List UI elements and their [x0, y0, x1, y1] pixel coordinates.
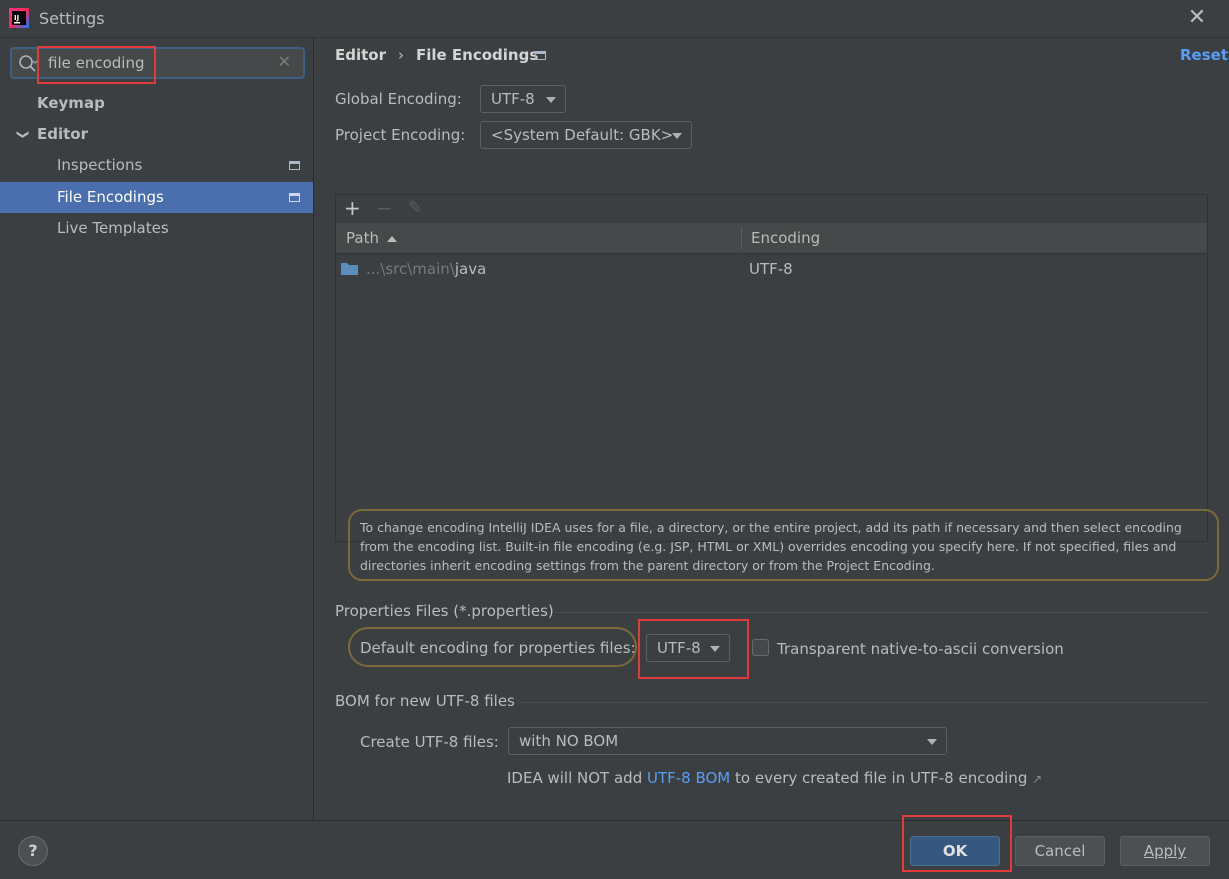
settings-search-box[interactable]: ✕: [10, 47, 305, 79]
breadcrumb: Editor › File Encodings: [335, 46, 538, 64]
sidebar-item-live-templates[interactable]: Live Templates: [0, 213, 313, 244]
properties-encoding-value: UTF-8: [657, 639, 701, 657]
column-header-path[interactable]: Path: [346, 223, 397, 254]
title-bar: IJ Settings ✕: [0, 0, 1229, 38]
sidebar-item-keymap[interactable]: Keymap: [0, 88, 313, 119]
sidebar-item-label: Editor: [37, 125, 88, 143]
dropdown-arrow-icon: [672, 133, 682, 139]
project-encoding-value: <System Default: GBK>: [491, 126, 674, 144]
close-icon[interactable]: ✕: [1187, 7, 1207, 29]
breadcrumb-parent[interactable]: Editor: [335, 46, 386, 64]
properties-section-title: Properties Files (*.properties): [335, 602, 554, 620]
properties-encoding-select[interactable]: UTF-8: [646, 634, 730, 662]
chevron-down-icon[interactable]: ❯: [8, 129, 39, 139]
bom-section-title: BOM for new UTF-8 files: [335, 692, 515, 710]
global-encoding-value: UTF-8: [491, 90, 535, 108]
sidebar-item-file-encodings[interactable]: File Encodings: [0, 182, 313, 213]
sidebar-item-label: Inspections: [57, 156, 143, 174]
settings-sidebar: ✕ Keymap ❯ Editor Inspections File Encod…: [0, 38, 314, 820]
global-encoding-label: Global Encoding:: [335, 90, 462, 108]
help-button[interactable]: ?: [18, 836, 48, 866]
external-link-icon: ↗: [1032, 772, 1043, 786]
encoding-help-note: To change encoding IntelliJ IDEA uses fo…: [348, 509, 1219, 581]
apply-button[interactable]: Apply: [1120, 836, 1210, 866]
bom-info-pre: IDEA will NOT add: [507, 769, 647, 787]
global-encoding-select[interactable]: UTF-8: [480, 85, 566, 113]
row-encoding[interactable]: UTF-8: [749, 254, 793, 285]
settings-content: Editor › File Encodings Reset Global Encod…: [315, 38, 1229, 820]
default-properties-encoding-label: Default encoding for properties files:: [360, 639, 636, 657]
breadcrumb-current: File Encodings: [416, 46, 539, 64]
folder-icon: [341, 263, 358, 275]
sidebar-item-inspections[interactable]: Inspections: [0, 150, 313, 181]
clear-search-icon[interactable]: ✕: [278, 52, 291, 71]
sidebar-item-label: Keymap: [37, 94, 105, 112]
column-header-label: Path: [346, 229, 379, 247]
content-header: Editor › File Encodings Reset: [315, 38, 1229, 72]
sidebar-item-label: File Encodings: [57, 188, 164, 206]
apply-button-label: Apply: [1143, 842, 1187, 860]
search-icon: [19, 55, 38, 72]
row-path-name: java: [454, 260, 487, 278]
bom-info-text: IDEA will NOT add UTF-8 BOM to every cre…: [507, 769, 1042, 787]
settings-search-input[interactable]: [48, 51, 278, 75]
dropdown-arrow-icon: [710, 646, 720, 652]
table-toolbar: + − ✎: [336, 195, 1207, 223]
dialog-footer: ? OK Cancel Apply: [0, 820, 1229, 879]
project-scope-icon: [289, 161, 300, 170]
dropdown-arrow-icon: [546, 97, 556, 103]
project-encoding-select[interactable]: <System Default: GBK>: [480, 121, 692, 149]
create-utf8-label: Create UTF-8 files:: [360, 733, 499, 751]
project-scope-icon: [289, 193, 300, 202]
reset-link[interactable]: Reset: [1180, 46, 1228, 64]
breadcrumb-separator: ›: [398, 46, 404, 64]
row-path-prefix: ...\src\main\: [366, 260, 455, 278]
edit-path-button[interactable]: ✎: [408, 198, 422, 218]
dropdown-arrow-icon: [927, 739, 937, 745]
path-encoding-table: + − ✎ Path Encoding ...\src\main\java UT…: [335, 194, 1208, 542]
add-path-button[interactable]: +: [344, 198, 361, 218]
window-title: Settings: [39, 9, 105, 28]
sidebar-item-editor[interactable]: ❯ Editor: [0, 119, 313, 150]
ok-button[interactable]: OK: [910, 836, 1000, 866]
transparent-conversion-checkbox[interactable]: [752, 639, 769, 656]
sidebar-item-label: Live Templates: [57, 219, 169, 237]
utf8-bom-link[interactable]: UTF-8 BOM: [647, 769, 730, 787]
table-header: Path Encoding: [336, 223, 1207, 254]
content-body: Global Encoding: UTF-8 Project Encoding:…: [315, 72, 1229, 820]
row-path: ...\src\main\java: [366, 254, 486, 285]
remove-path-button[interactable]: −: [376, 198, 393, 218]
project-scope-icon: [535, 51, 546, 60]
project-encoding-label: Project Encoding:: [335, 126, 466, 144]
svg-text:IJ: IJ: [14, 14, 19, 22]
table-row[interactable]: ...\src\main\java UTF-8: [336, 254, 1207, 285]
create-utf8-value: with NO BOM: [519, 732, 619, 750]
column-divider[interactable]: [741, 227, 742, 250]
sort-ascending-icon: [386, 235, 397, 242]
create-utf8-select[interactable]: with NO BOM: [508, 727, 947, 755]
column-header-encoding[interactable]: Encoding: [751, 223, 820, 254]
cancel-button[interactable]: Cancel: [1015, 836, 1105, 866]
transparent-conversion-label[interactable]: Transparent native-to-ascii conversion: [777, 640, 1064, 658]
section-divider: [555, 612, 1209, 613]
section-divider: [520, 702, 1209, 703]
bom-info-post: to every created file in UTF-8 encoding: [730, 769, 1028, 787]
intellij-app-icon: IJ: [9, 8, 29, 28]
